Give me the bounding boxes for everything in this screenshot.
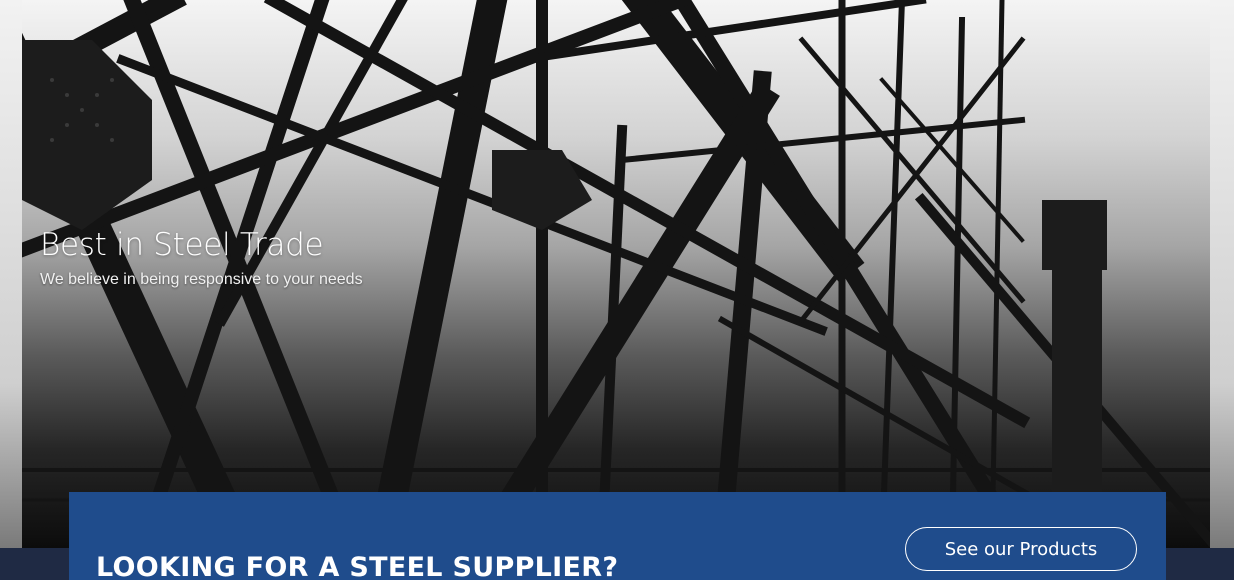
hero-subtitle: We believe in being responsive to your n… (40, 271, 363, 288)
hero-title: Best in Steel Trade (40, 227, 324, 263)
cta-heading: LOOKING FOR A STEEL SUPPLIER? (96, 552, 619, 580)
cta-panel: LOOKING FOR A STEEL SUPPLIER? See our Pr… (69, 492, 1166, 580)
hero-side-right (1210, 0, 1234, 548)
see-products-button[interactable]: See our Products (905, 527, 1137, 571)
page: Best in Steel Trade We believe in being … (0, 0, 1234, 580)
hero-banner: Best in Steel Trade We believe in being … (22, 0, 1210, 548)
hero-side-left (0, 0, 22, 548)
hero-text-block: Best in Steel Trade We believe in being … (40, 222, 363, 292)
